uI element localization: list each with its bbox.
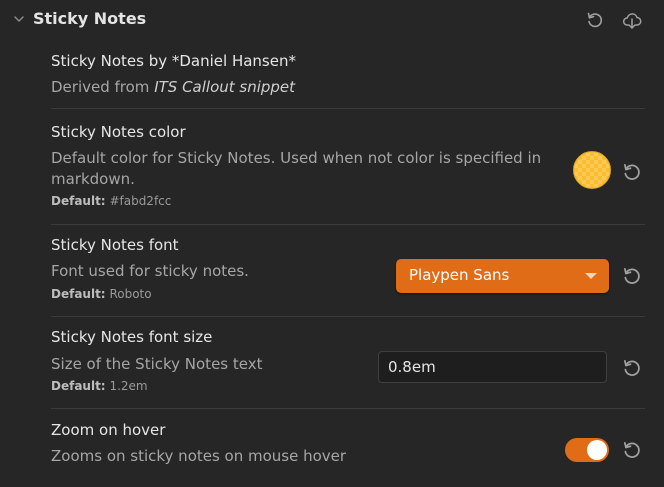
setting-name: Sticky Notes font xyxy=(51,236,179,254)
import-icon[interactable] xyxy=(622,10,642,30)
section-header[interactable]: Sticky Notes xyxy=(0,0,664,40)
setting-name: Zoom on hover xyxy=(51,421,166,439)
chevron-down-icon xyxy=(585,273,597,279)
setting-description: Zooms on sticky notes on mouse hover xyxy=(51,447,347,465)
default-label: Default: xyxy=(51,194,106,208)
setting-name: Sticky Notes color xyxy=(51,123,186,141)
info-name: Sticky Notes by *Daniel Hansen* xyxy=(51,52,296,70)
color-swatch[interactable] xyxy=(573,151,611,189)
info-description: Derived from ITS Callout snippet xyxy=(51,77,295,98)
setting-default: Default: #fabd2fcc xyxy=(51,194,171,208)
default-value: #fabd2fcc xyxy=(109,194,172,208)
setting-name: Sticky Notes font size xyxy=(51,328,213,346)
divider xyxy=(51,224,645,225)
setting-zoom: Zoom on hover Zooms on sticky notes on m… xyxy=(51,410,645,480)
dropdown-value: Playpen Sans xyxy=(409,266,510,284)
setting-description: Size of the Sticky Notes text xyxy=(51,355,263,373)
setting-default: Default: 1.2em xyxy=(51,379,148,393)
zoom-toggle[interactable] xyxy=(565,438,609,462)
default-value: 1.2em xyxy=(109,379,148,393)
reset-icon[interactable] xyxy=(621,357,643,379)
reset-icon[interactable] xyxy=(621,265,643,287)
setting-description: Font used for sticky notes. xyxy=(51,262,249,280)
reset-icon[interactable] xyxy=(621,161,643,183)
setting-default: Default: Roboto xyxy=(51,287,152,301)
divider xyxy=(51,316,645,317)
setting-font-size: Sticky Notes font size Size of the Stick… xyxy=(51,318,645,408)
default-value: Roboto xyxy=(109,287,152,301)
info-row: Sticky Notes by *Daniel Hansen* Derived … xyxy=(51,50,645,106)
setting-description: Default color for Sticky Notes. Used whe… xyxy=(51,149,542,188)
info-desc-prefix: Derived from xyxy=(51,78,155,96)
section-title: Sticky Notes xyxy=(33,9,147,28)
setting-font: Sticky Notes font Font used for sticky n… xyxy=(51,226,645,314)
reset-icon[interactable] xyxy=(621,439,643,461)
divider xyxy=(51,108,645,109)
info-desc-link: ITS Callout snippet xyxy=(154,78,296,96)
font-dropdown[interactable]: Playpen Sans xyxy=(396,259,609,293)
chevron-down-icon[interactable] xyxy=(12,12,26,26)
toggle-knob xyxy=(587,440,607,460)
default-label: Default: xyxy=(51,287,106,301)
default-label: Default: xyxy=(51,379,106,393)
font-size-input[interactable] xyxy=(378,351,607,383)
setting-color: Sticky Notes color Default color for Sti… xyxy=(51,112,645,212)
reset-icon[interactable] xyxy=(585,10,605,30)
divider xyxy=(51,408,645,409)
